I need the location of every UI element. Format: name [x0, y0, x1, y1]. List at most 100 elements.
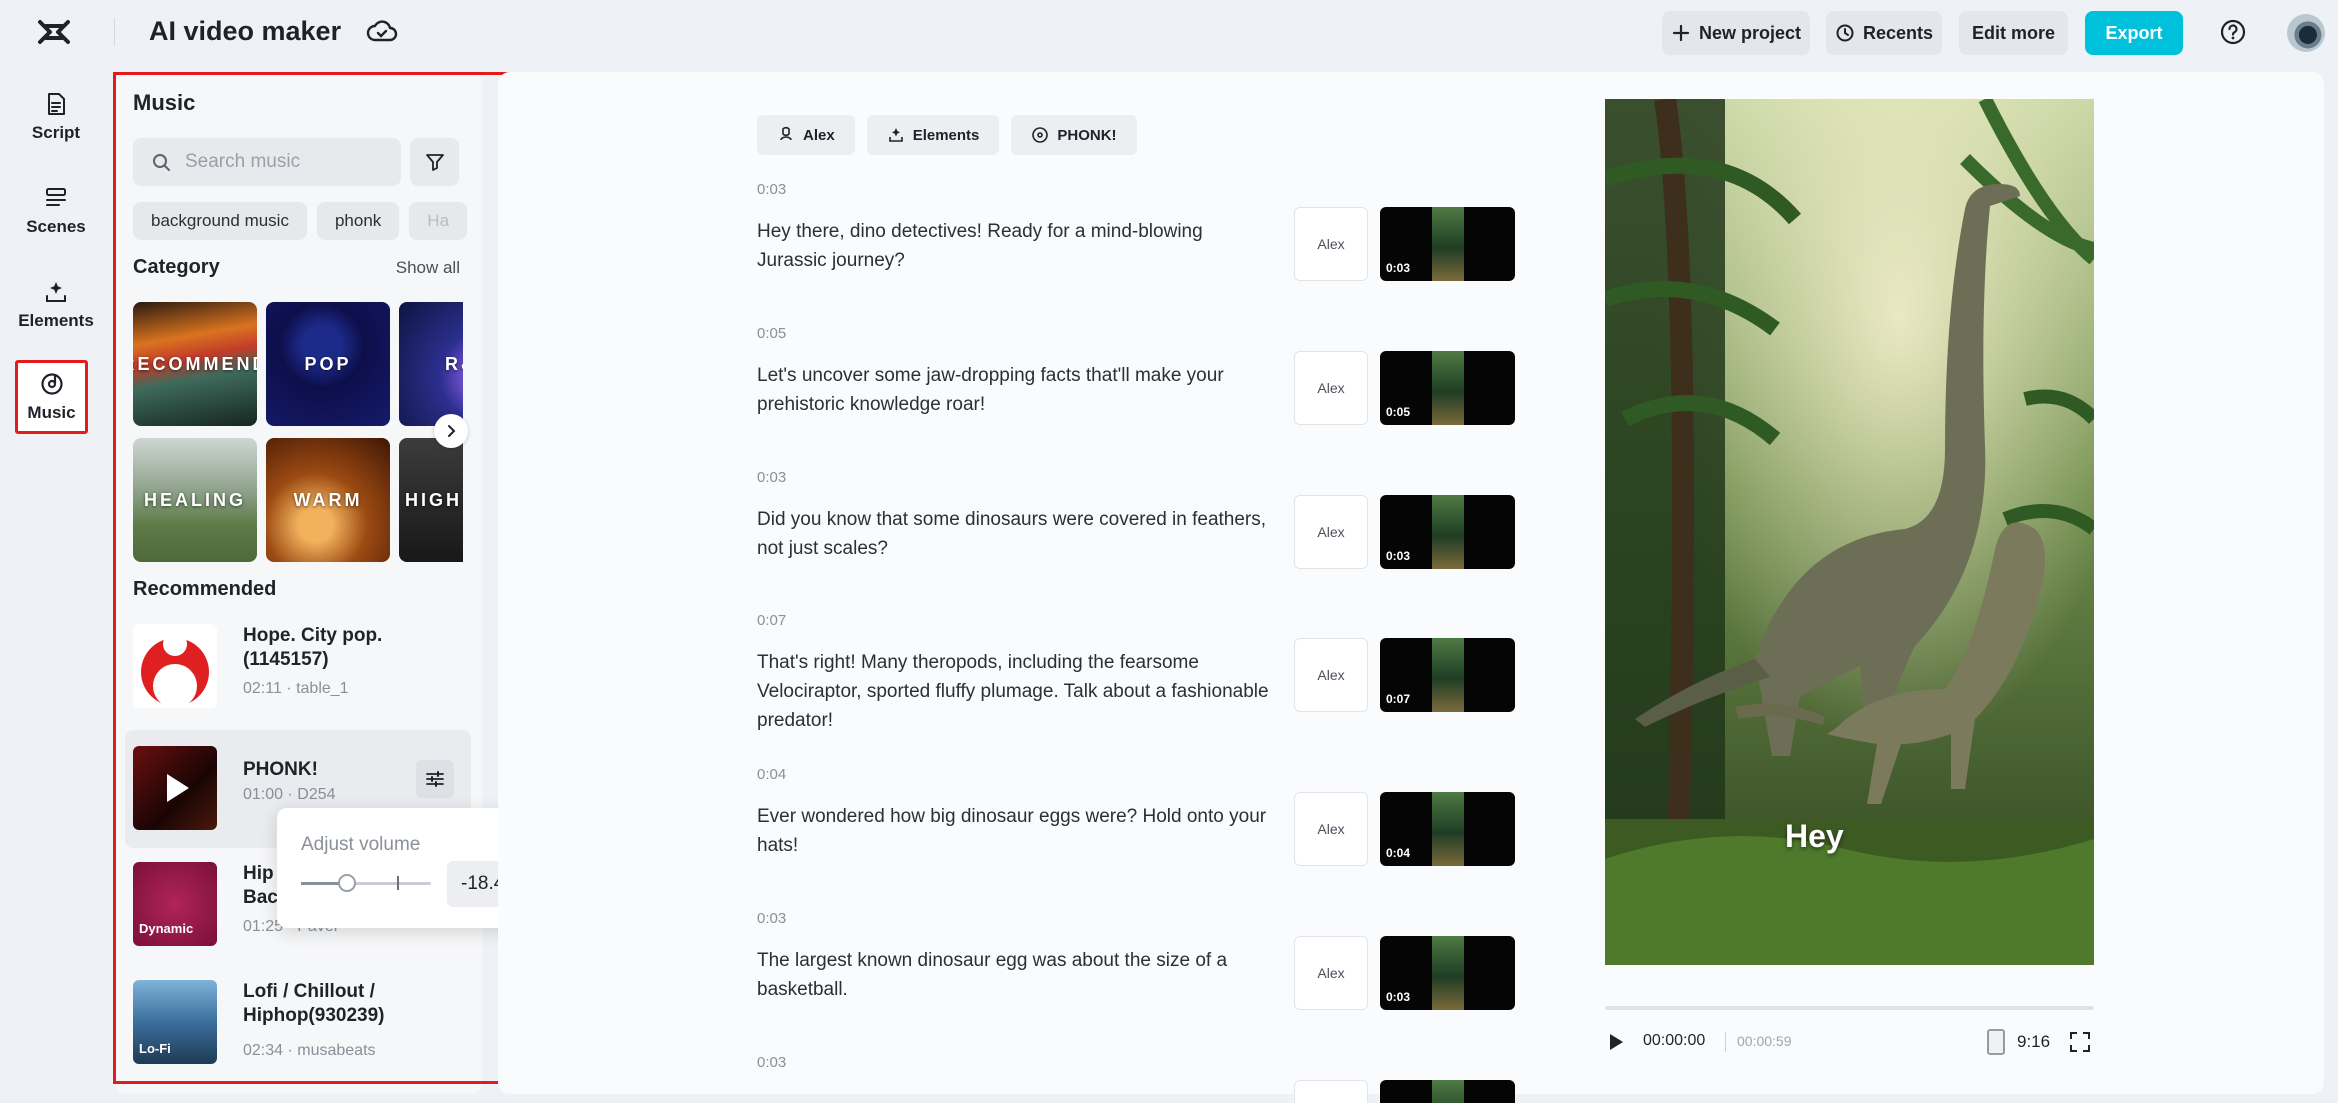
- track-name: Hope. City pop. (1145157): [243, 625, 383, 670]
- track-item[interactable]: Lo-Fi Lofi / Chillout / Hiphop(930239) 0…: [133, 980, 463, 1066]
- clip-frame: [1432, 792, 1464, 866]
- filter-button[interactable]: [410, 138, 459, 186]
- track-badge: Lo-Fi: [139, 1041, 171, 1056]
- scene-text[interactable]: The largest known dinosaur egg was about…: [757, 946, 1277, 1004]
- scene-voice-button[interactable]: Alex: [1294, 638, 1368, 712]
- tag-label: Alex: [803, 126, 835, 144]
- clip-duration: 0:03: [1386, 261, 1411, 275]
- volume-slider-knob[interactable]: [337, 874, 356, 892]
- category-next-button[interactable]: [434, 414, 468, 448]
- search-icon: [153, 154, 170, 171]
- category-grid: RECOMMEND POP R& HEALING WARM HIGH TEM: [133, 230, 463, 562]
- capcut-logo-icon[interactable]: [36, 16, 72, 48]
- scene-voice-button[interactable]: Alex: [1294, 936, 1368, 1010]
- track-meta: 02:11 · table_1: [243, 680, 349, 697]
- music-disc-icon: [40, 373, 63, 395]
- scene-clip-thumbnail[interactable]: 0:03: [1380, 207, 1515, 281]
- scene-clip-thumbnail[interactable]: 0:03: [1380, 495, 1515, 569]
- rail-item-elements[interactable]: Elements: [16, 268, 96, 342]
- new-project-button[interactable]: New project: [1662, 11, 1810, 55]
- category-tile-warm[interactable]: WARM: [266, 438, 390, 562]
- edit-more-button[interactable]: Edit more: [1959, 11, 2068, 55]
- rail-item-music[interactable]: Music: [15, 360, 88, 434]
- track-meta: 02:34 · musabeats: [243, 1042, 376, 1059]
- scene-voice-button[interactable]: Alex: [1294, 207, 1368, 281]
- clip-frame: [1432, 207, 1464, 281]
- rail-item-scenes[interactable]: Scenes: [16, 174, 96, 248]
- user-avatar[interactable]: [2287, 14, 2325, 52]
- recents-button[interactable]: Recents: [1826, 11, 1942, 55]
- track-meta: 01:00 · D254: [243, 786, 336, 803]
- voice-name: Alex: [1317, 821, 1345, 837]
- scene-voice-button[interactable]: Alex: [1294, 792, 1368, 866]
- clip-duration: 0:03: [1386, 549, 1411, 563]
- category-tile-high-tempo[interactable]: HIGH TEM: [399, 438, 463, 562]
- export-button[interactable]: Export: [2085, 11, 2183, 55]
- clock-icon: [1836, 24, 1854, 42]
- tag-voice[interactable]: Alex: [757, 115, 855, 155]
- topbar-divider: [114, 18, 115, 46]
- edit-more-label: Edit more: [1971, 22, 2055, 43]
- play-icon[interactable]: [1605, 1030, 1627, 1054]
- tag-music[interactable]: PHONK!: [1011, 115, 1137, 155]
- clip-frame: [1432, 351, 1464, 425]
- scene-voice-button[interactable]: Alex: [1294, 351, 1368, 425]
- search-input[interactable]: [185, 151, 385, 173]
- search-box[interactable]: [133, 138, 401, 186]
- scene-voice-button[interactable]: [1294, 1080, 1368, 1103]
- clip-duration: 0:05: [1386, 405, 1411, 419]
- current-time: 00:00:00: [1643, 1032, 1706, 1049]
- rail-label-script: Script: [31, 123, 81, 142]
- sliders-icon: [426, 771, 444, 787]
- scene-text[interactable]: Hey there, dino detectives! Ready for a …: [757, 217, 1277, 275]
- scene-voice-button[interactable]: Alex: [1294, 495, 1368, 569]
- category-label: HIGH TEM: [405, 489, 463, 510]
- scene-duration: 0:03: [757, 910, 787, 927]
- scene-duration: 0:03: [757, 1054, 787, 1071]
- track-cover: Lo-Fi: [133, 980, 217, 1064]
- recommended-title: Recommended: [133, 578, 277, 600]
- category-tile-healing[interactable]: HEALING: [133, 438, 257, 562]
- track-cover: [133, 746, 217, 830]
- scene-text[interactable]: That's right! Many theropods, including …: [757, 648, 1277, 735]
- elements-icon: [888, 128, 903, 142]
- app-title: AI video maker: [149, 16, 342, 46]
- rail-label-scenes: Scenes: [26, 217, 86, 236]
- help-icon[interactable]: [2219, 18, 2247, 46]
- scene-clip-thumbnail[interactable]: 0:04: [1380, 792, 1515, 866]
- playback-progress-bar[interactable]: [1605, 1006, 2094, 1010]
- scene-text[interactable]: Ever wondered how big dinosaur eggs were…: [757, 802, 1277, 860]
- video-preview[interactable]: [1605, 99, 2094, 965]
- fullscreen-icon[interactable]: [2068, 1030, 2092, 1054]
- play-icon[interactable]: [133, 746, 217, 830]
- voice-name: Alex: [1317, 667, 1345, 683]
- clip-duration: 0:04: [1386, 846, 1411, 860]
- tag-elements[interactable]: Elements: [866, 115, 1000, 155]
- scene-clip-thumbnail[interactable]: 0:07: [1380, 638, 1515, 712]
- script-tags: Alex Elements PHONK!: [757, 115, 1137, 155]
- scene-clip-thumbnail[interactable]: 0:05: [1380, 351, 1515, 425]
- scene-clip-thumbnail[interactable]: [1380, 1080, 1515, 1103]
- track-item[interactable]: Hope. City pop. (1145157) 02:11 · table_…: [133, 624, 463, 710]
- category-tile-recommend[interactable]: RECOMMEND: [133, 302, 257, 426]
- rail-label-elements: Elements: [18, 311, 94, 330]
- music-panel-title: Music: [133, 90, 196, 115]
- category-tile-pop[interactable]: POP: [266, 302, 390, 426]
- clip-frame: [1432, 638, 1464, 712]
- elements-icon: [46, 282, 66, 302]
- aspect-ratio-icon[interactable]: [1985, 1028, 2007, 1056]
- category-tile-rnb[interactable]: R&: [399, 302, 463, 426]
- new-project-label: New project: [1698, 22, 1802, 43]
- scene-text[interactable]: Did you know that some dinosaurs were co…: [757, 505, 1277, 563]
- scene-clip-thumbnail[interactable]: 0:03: [1380, 936, 1515, 1010]
- cloud-sync-icon[interactable]: [366, 16, 398, 46]
- scene-text[interactable]: Let's uncover some jaw-dropping facts th…: [757, 361, 1277, 419]
- voice-name: Alex: [1317, 236, 1345, 252]
- aspect-ratio-label[interactable]: 9:16: [2017, 1032, 2050, 1052]
- rail-item-script[interactable]: Script: [16, 80, 96, 154]
- category-label: RECOMMEND: [133, 353, 257, 374]
- dinosaur-jungle-image: [1605, 99, 2094, 965]
- volume-slider[interactable]: [301, 874, 431, 892]
- adjust-volume-button[interactable]: [416, 760, 454, 798]
- scene-duration: 0:07: [757, 612, 787, 629]
